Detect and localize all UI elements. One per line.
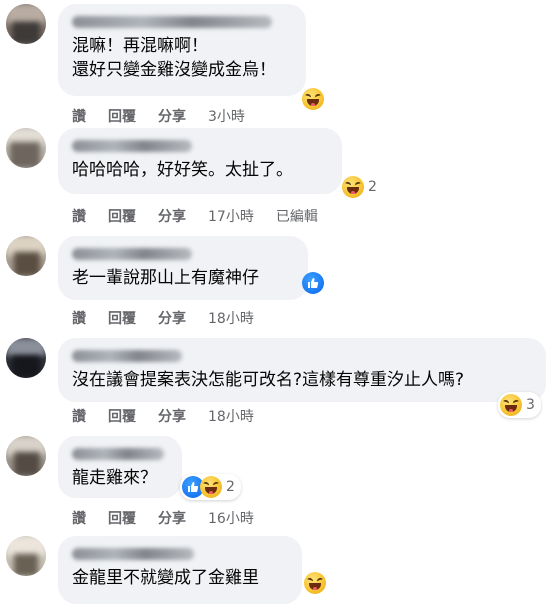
haha-reaction-icon <box>342 176 364 198</box>
comment-line: 混嘛！再混嘛啊！ <box>72 36 208 56</box>
commenter-name[interactable] <box>72 350 182 362</box>
comment-text: 老一輩說那山上有魔神仔 <box>72 266 294 290</box>
commenter-name[interactable] <box>72 248 192 260</box>
like-button[interactable]: 讚 <box>72 209 86 225</box>
share-button[interactable]: 分享 <box>158 209 186 225</box>
comment-line: 金龍里不就變成了金雞里 <box>72 568 259 588</box>
commenter-name[interactable] <box>72 140 192 152</box>
share-button[interactable]: 分享 <box>158 409 186 425</box>
share-button[interactable]: 分享 <box>158 109 186 125</box>
avatar[interactable] <box>6 338 46 378</box>
comment-text: 金龍里不就變成了金雞里 <box>72 566 288 590</box>
comment-actions: 讚 回覆 分享 18小時 <box>72 308 276 328</box>
haha-reaction-icon <box>304 572 326 594</box>
like-reaction-icon <box>302 272 324 294</box>
comment-bubble: 龍走雞來？ <box>58 436 182 498</box>
comment-actions: 讚 回覆 分享 3小時 <box>72 106 267 126</box>
commenter-name[interactable] <box>72 548 194 560</box>
reply-button[interactable]: 回覆 <box>108 209 136 225</box>
reaction-count: 2 <box>226 479 235 495</box>
like-button[interactable]: 讚 <box>72 109 86 125</box>
comment-timestamp[interactable]: 18小時 <box>208 409 254 425</box>
comment-bubble: 老一輩說那山上有魔神仔 <box>58 236 308 300</box>
reaction-summary[interactable] <box>302 88 324 110</box>
like-button[interactable]: 讚 <box>72 511 86 527</box>
reaction-summary[interactable]: 3 <box>498 392 541 418</box>
reply-button[interactable]: 回覆 <box>108 109 136 125</box>
comment-line: 老一輩說那山上有魔神仔 <box>72 268 259 288</box>
avatar[interactable] <box>6 236 46 276</box>
comment-actions: 讚 回覆 分享 17小時 已編輯 <box>72 206 340 226</box>
comment-bubble: 混嘛！再混嘛啊！ 還好只變金雞沒變成金烏！ <box>58 4 306 96</box>
comment-timestamp[interactable]: 17小時 <box>208 209 254 225</box>
comment-text: 混嘛！再混嘛啊！ 還好只變金雞沒變成金烏！ <box>72 34 292 82</box>
comment-text: 沒在議會提案表決怎能可改名?這樣有尊重汐止人嗎? <box>72 368 532 392</box>
like-button[interactable]: 讚 <box>72 409 86 425</box>
reaction-summary[interactable]: 2 <box>340 174 383 200</box>
reply-button[interactable]: 回覆 <box>108 311 136 327</box>
edited-label[interactable]: 已編輯 <box>276 209 318 225</box>
like-button[interactable]: 讚 <box>72 311 86 327</box>
haha-reaction-icon <box>302 88 324 110</box>
comment-line: 還好只變金雞沒變成金烏！ <box>72 60 276 80</box>
comment-text: 龍走雞來？ <box>72 466 168 490</box>
comment-text: 哈哈哈哈，好好笑。太扯了。 <box>72 158 328 182</box>
reaction-summary[interactable] <box>304 572 326 594</box>
comment-actions: 讚 回覆 分享 16小時 <box>72 508 276 528</box>
comment-timestamp[interactable]: 16小時 <box>208 511 254 527</box>
haha-reaction-icon <box>200 476 222 498</box>
avatar[interactable] <box>6 4 46 44</box>
share-button[interactable]: 分享 <box>158 511 186 527</box>
comment-bubble: 哈哈哈哈，好好笑。太扯了。 <box>58 128 342 194</box>
comment-actions: 讚 回覆 分享 18小時 <box>72 406 276 426</box>
reaction-summary[interactable] <box>302 272 324 294</box>
avatar[interactable] <box>6 536 46 576</box>
commenter-name[interactable] <box>72 16 272 28</box>
comment-line: 哈哈哈哈，好好笑。太扯了。 <box>72 160 293 180</box>
share-button[interactable]: 分享 <box>158 311 186 327</box>
comment-line: 沒在議會提案表決怎能可改名?這樣有尊重汐止人嗎? <box>72 370 465 390</box>
reply-button[interactable]: 回覆 <box>108 511 136 527</box>
reply-button[interactable]: 回覆 <box>108 409 136 425</box>
avatar[interactable] <box>6 436 46 476</box>
reaction-summary[interactable]: 2 <box>180 474 241 500</box>
comment-bubble: 沒在議會提案表決怎能可改名?這樣有尊重汐止人嗎? <box>58 338 546 402</box>
comment-bubble: 金龍里不就變成了金雞里 <box>58 536 302 604</box>
haha-reaction-icon <box>500 394 522 416</box>
comment-timestamp[interactable]: 3小時 <box>208 109 245 125</box>
avatar[interactable] <box>6 128 46 168</box>
comment-line: 龍走雞來？ <box>72 468 157 488</box>
reaction-count: 2 <box>368 179 377 195</box>
comment-timestamp[interactable]: 18小時 <box>208 311 254 327</box>
commenter-name[interactable] <box>72 448 164 460</box>
reaction-count: 3 <box>526 397 535 413</box>
